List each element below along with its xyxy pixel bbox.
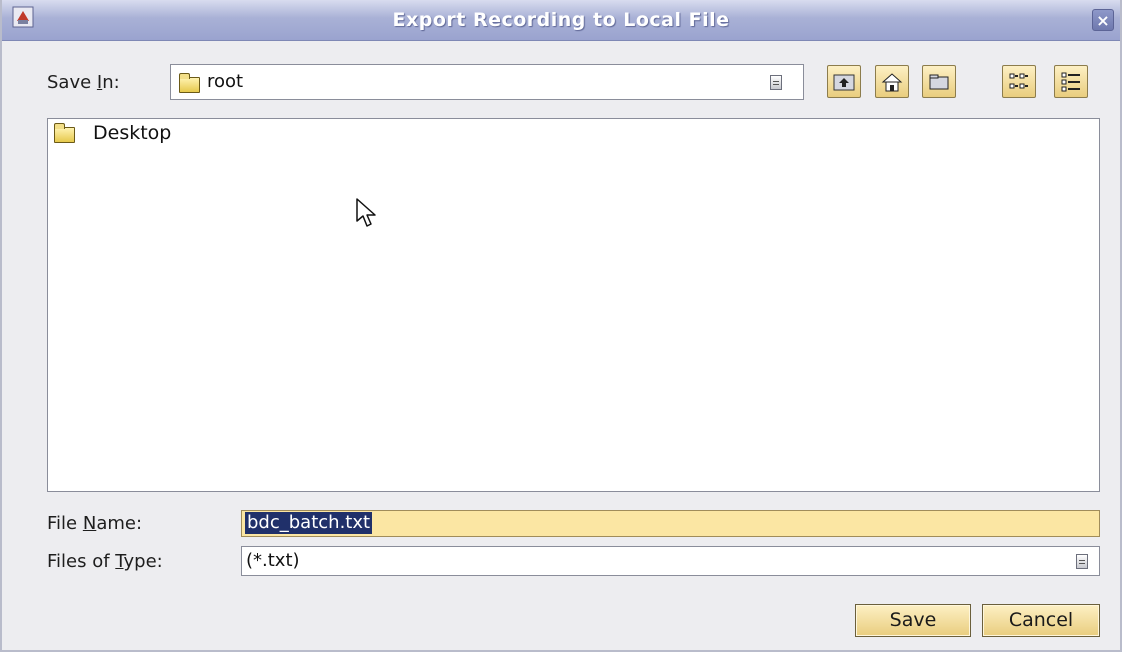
mouse-cursor-icon (356, 198, 376, 227)
files-of-type-label: Files of Type: (47, 551, 163, 572)
new-folder-icon (929, 74, 949, 90)
window-title: Export Recording to Local File (392, 9, 730, 31)
file-name-value: bdc_batch.txt (245, 512, 373, 534)
new-folder-button[interactable] (922, 65, 956, 98)
export-dialog: Export Recording to Local File × Save In… (0, 0, 1122, 652)
home-icon (881, 73, 903, 92)
details-view-button[interactable] (1054, 65, 1088, 98)
list-item[interactable]: Desktop (48, 119, 248, 147)
save-button[interactable]: Save (855, 604, 971, 637)
dropdown-arrow-icon[interactable] (770, 75, 782, 90)
files-of-type-value: (*.txt) (246, 550, 300, 571)
folder-icon (54, 123, 75, 143)
list-item-label: Desktop (93, 122, 172, 144)
folder-icon (179, 73, 200, 93)
dropdown-arrow-icon[interactable] (1076, 554, 1088, 569)
up-one-level-icon (833, 74, 855, 91)
cancel-button[interactable]: Cancel (982, 604, 1100, 637)
up-one-level-button[interactable] (827, 65, 861, 98)
file-list[interactable]: Desktop (47, 118, 1100, 492)
file-name-input[interactable]: bdc_batch.txt (241, 510, 1100, 537)
file-name-label: File Name: (47, 513, 143, 534)
list-view-button[interactable] (1002, 65, 1036, 98)
close-button[interactable]: × (1092, 9, 1114, 31)
home-button[interactable] (875, 65, 909, 98)
list-view-icon (1009, 73, 1028, 89)
details-view-icon (1061, 72, 1080, 92)
files-of-type-dropdown[interactable]: (*.txt) (241, 546, 1100, 576)
save-in-dropdown[interactable]: root (170, 64, 804, 100)
save-in-label: Save In: (47, 72, 120, 93)
title-bar[interactable]: Export Recording to Local File × (2, 0, 1120, 41)
save-in-value: root (207, 71, 244, 92)
